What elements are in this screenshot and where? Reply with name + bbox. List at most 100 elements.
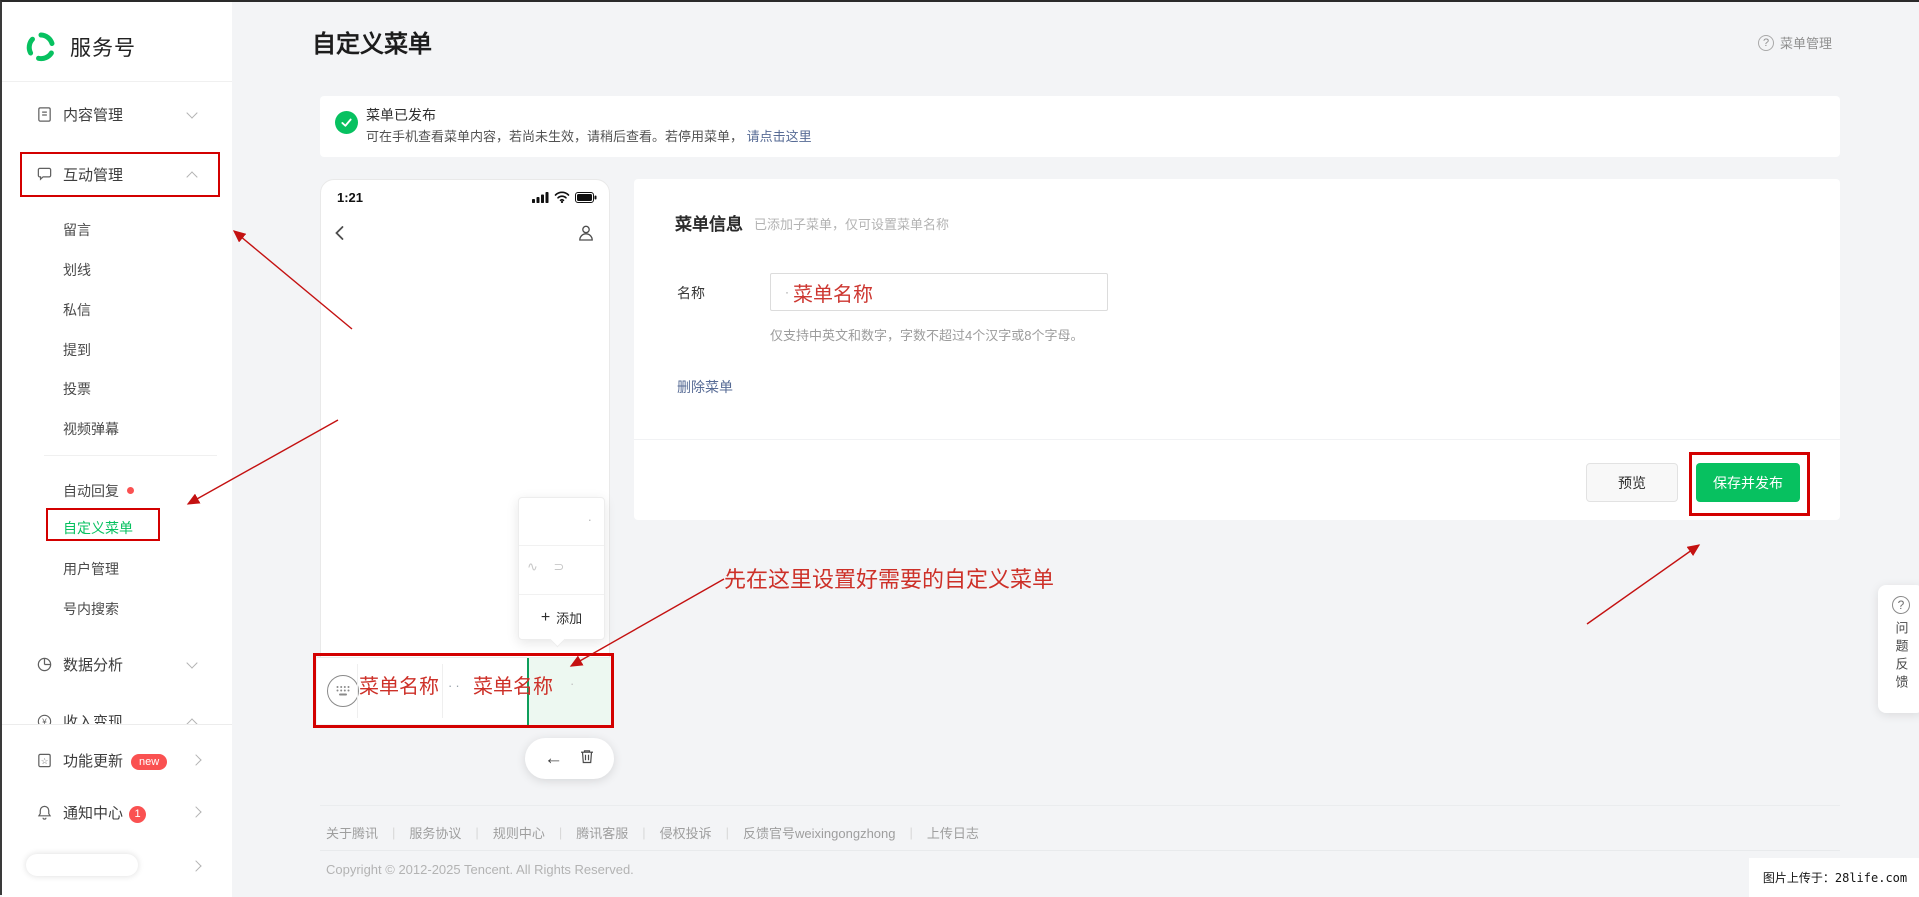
footer-link[interactable]: 腾讯客服: [576, 823, 628, 842]
watermark: 图片上传于：28life.com: [1749, 858, 1919, 897]
keyboard-icon[interactable]: [327, 675, 359, 707]
add-submenu-button[interactable]: + 添加: [519, 595, 604, 640]
sidebar-group-label: 数据分析: [63, 656, 124, 674]
menu-name-input[interactable]: · 菜单名称: [770, 273, 1108, 311]
sidebar-item-mentions[interactable]: 提到: [63, 340, 91, 360]
separator: |: [392, 825, 396, 840]
battery-icon: [575, 191, 597, 203]
sidebar-group-label: 互动管理: [63, 166, 124, 184]
sidebar-item-votes[interactable]: 投票: [63, 379, 91, 399]
menu-name-value: 菜单名称: [793, 281, 873, 306]
help-link-label: 菜单管理: [1780, 36, 1833, 51]
sidebar-item-underline[interactable]: 划线: [63, 260, 91, 280]
footer-link[interactable]: 反馈官号weixingongzhong: [743, 823, 895, 842]
name-help-text: 仅支持中英文和数字，字数不超过4个汉字或8个字母。: [770, 328, 1084, 343]
back-chevron-icon[interactable]: [330, 223, 350, 243]
count-badge: 1: [129, 805, 147, 823]
footer-link[interactable]: 侵权投诉: [660, 823, 712, 842]
brand: 服务号: [24, 30, 136, 64]
banner-title: 菜单已发布: [366, 107, 436, 123]
sidebar-item-feature-updates[interactable]: ☆ 功能更新 new: [2, 741, 232, 779]
bell-icon: [35, 803, 53, 821]
sidebar-group-interact[interactable]: 互动管理: [2, 155, 232, 193]
disable-menu-link[interactable]: 请点击这里: [747, 129, 812, 144]
question-circle-icon: ?: [1758, 34, 1774, 51]
section-title: 菜单信息: [675, 215, 743, 234]
feedback-label: 问题反馈: [1893, 621, 1909, 693]
feedback-widget[interactable]: ? 问题反馈: [1878, 585, 1919, 713]
new-badge: new: [131, 753, 168, 770]
publish-status-banner: 菜单已发布 可在手机查看菜单内容，若尚未生效，请稍后查看。若停用菜单， 请点击这…: [320, 96, 1840, 157]
banner-description: 可在手机查看菜单内容，若尚未生效，请稍后查看。若停用菜单， 请点击这里: [366, 129, 812, 144]
brand-name: 服务号: [70, 37, 136, 60]
footer-links: 关于腾讯 | 服务协议 | 规则中心 | 腾讯客服 | 侵权投诉 | 反馈官号weixin…: [326, 823, 979, 842]
plus-icon: +: [540, 608, 551, 626]
sidebar-item-private-msg[interactable]: 私信: [63, 300, 91, 320]
person-icon[interactable]: [576, 223, 596, 243]
chevron-down-icon: [186, 657, 198, 669]
annotation-menu-name-2: 菜单名称: [473, 674, 553, 698]
submenu-item-1[interactable]: ·: [519, 498, 604, 545]
copyright: Copyright © 2012-2025 Tencent. All Right…: [326, 862, 634, 877]
sidebar-item-label: 通知中心 1: [63, 802, 147, 823]
name-label: 名称: [677, 285, 705, 301]
separator: |: [909, 825, 913, 840]
delete-menu-link[interactable]: 删除菜单: [677, 377, 733, 397]
redacted-mark: ·: [587, 512, 592, 527]
divider: [320, 850, 1840, 851]
divider: [442, 664, 443, 718]
app-window: 服务号 内容管理 互动管理 留言 划线 私信 提到 投票 视频弹幕 自动回复 自…: [0, 0, 1919, 897]
sidebar-item-video-danmu[interactable]: 视频弹幕: [63, 419, 119, 439]
footer-link[interactable]: 上传日志: [927, 823, 979, 842]
page-title: 自定义菜单: [312, 31, 432, 58]
sidebar-group-content[interactable]: 内容管理: [2, 95, 232, 133]
chevron-up-icon: [186, 171, 198, 183]
divider: [2, 81, 232, 82]
brand-logo-icon: [26, 32, 55, 62]
back-arrow-icon[interactable]: ←: [544, 749, 563, 768]
document-icon: [35, 105, 53, 123]
save-publish-button[interactable]: 保存并发布: [1696, 463, 1800, 502]
wifi-icon: [554, 191, 570, 203]
trash-icon[interactable]: [579, 748, 595, 770]
sidebar-item-notifications[interactable]: 通知中心 1: [2, 793, 232, 831]
footer-link[interactable]: 规则中心: [493, 823, 545, 842]
input-tick-mark: ·: [785, 285, 789, 299]
sidebar-item-comments[interactable]: 留言: [63, 220, 91, 240]
submenu-item-2[interactable]: ∿ ⊃: [519, 546, 604, 594]
annotation-menu-name-1: 菜单名称: [359, 674, 439, 698]
question-circle-icon: ?: [1892, 596, 1910, 614]
pie-chart-icon: [35, 655, 53, 673]
red-dot-badge: [127, 487, 134, 494]
account-name-redacted: [26, 854, 138, 876]
separator: |: [725, 825, 730, 840]
separator: |: [642, 825, 646, 840]
menu-management-help-link[interactable]: ? 菜单管理: [1758, 33, 1832, 52]
status-time: 1:21: [337, 190, 364, 205]
chevron-right-icon: [190, 860, 202, 872]
svg-text:☆: ☆: [40, 755, 48, 765]
chevron-right-icon: [190, 806, 202, 818]
annotation-dot: ·: [570, 676, 575, 691]
sidebar-item-user-management[interactable]: 用户管理: [63, 559, 119, 579]
sidebar-item-custom-menu[interactable]: 自定义菜单: [63, 518, 133, 538]
signal-bars-icon: [532, 192, 549, 203]
check-circle-icon: [335, 111, 358, 134]
annotation-tip-text: 先在这里设置好需要的自定义菜单: [724, 568, 1055, 593]
menu-info-card: 菜单信息 已添加子菜单，仅可设置菜单名称 名称 · 菜单名称 仅支持中英文和数字…: [634, 179, 1840, 520]
section-hint: 已添加子菜单，仅可设置菜单名称: [754, 217, 950, 232]
footer-link[interactable]: 关于腾讯: [326, 823, 378, 842]
annotation-dots: ··: [448, 678, 463, 693]
preview-button[interactable]: 预览: [1586, 463, 1678, 502]
sidebar-item-account-search[interactable]: 号内搜索: [63, 599, 119, 619]
footer-link[interactable]: 服务协议: [409, 823, 461, 842]
separator: |: [475, 825, 479, 840]
chevron-right-icon: [190, 754, 202, 766]
divider: [634, 439, 1840, 440]
sidebar-item-auto-reply[interactable]: 自动回复: [63, 481, 134, 501]
edit-action-pill: ←: [525, 738, 614, 779]
divider: [357, 664, 358, 718]
sidebar-item-label: 自动回复: [63, 483, 119, 499]
sidebar-group-analytics[interactable]: 数据分析: [2, 645, 232, 683]
status-icons: [532, 191, 597, 203]
